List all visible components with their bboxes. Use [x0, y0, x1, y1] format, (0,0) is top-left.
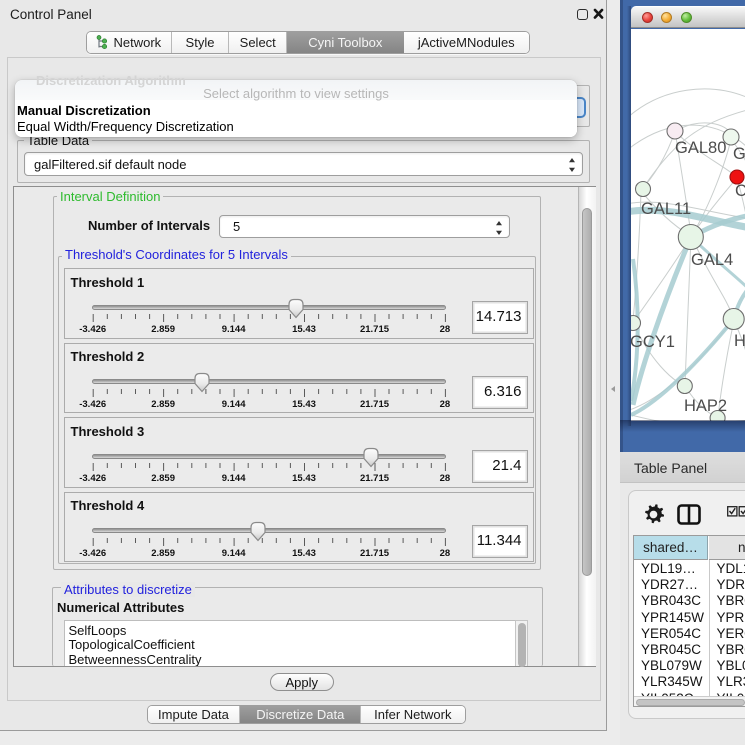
- svg-text:H: H: [734, 332, 745, 350]
- svg-text:GAL11: GAL11: [641, 200, 691, 218]
- svg-text:GAL80: GAL80: [675, 139, 726, 157]
- svg-text:GA: GA: [733, 145, 745, 163]
- svg-text:GCY1: GCY1: [631, 333, 675, 351]
- svg-text:HAP2: HAP2: [684, 397, 727, 415]
- svg-text:GAL4: GAL4: [691, 251, 733, 269]
- svg-text:C: C: [735, 182, 745, 200]
